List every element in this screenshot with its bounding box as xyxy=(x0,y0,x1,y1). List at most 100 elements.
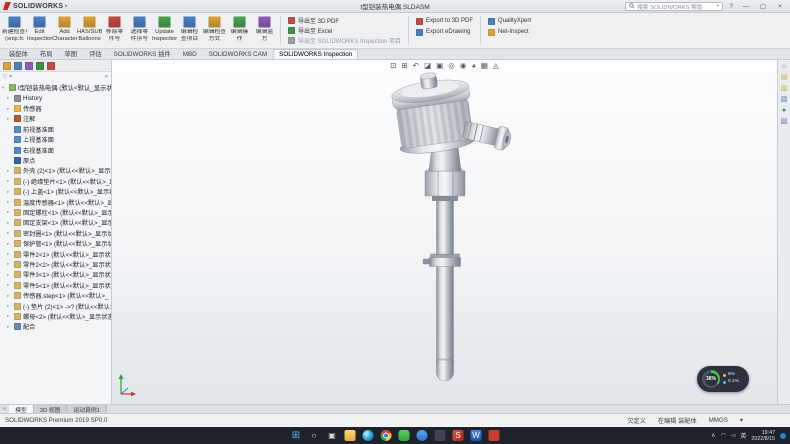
ribbon-button[interactable]: 编辑检 查项目 xyxy=(177,14,202,47)
tree-item-expand-icon[interactable]: ▸ xyxy=(7,95,12,101)
wifi-icon[interactable]: ◠ xyxy=(721,432,726,439)
export-menu-item[interactable]: Export to 3D PDF xyxy=(416,16,473,26)
tree-item[interactable]: ▸ (-) 绝缘垫片<1> (默认<<默认>_显示 xyxy=(0,176,111,186)
ribbon-tab[interactable]: MBD xyxy=(177,49,203,59)
tree-item-expand-icon[interactable]: ▸ xyxy=(7,178,12,184)
tree-item-expand-icon[interactable]: ▸ xyxy=(7,303,12,309)
export-menu-item[interactable]: 导出至 SOLIDWORKS Inspection 项目 xyxy=(288,36,401,45)
ribbon-button[interactable]: 选择零 件序号 xyxy=(127,14,152,47)
tree-item[interactable]: 原点 xyxy=(0,155,111,165)
edge-button[interactable] xyxy=(363,430,374,441)
ribbon-button[interactable]: HAS/SUB Balloons xyxy=(77,14,102,47)
view-orientation-icon[interactable]: ▣ xyxy=(436,61,443,70)
menu-flyout-icon[interactable]: ▸ xyxy=(65,3,68,9)
ribbon-button[interactable]: 移除零 件号 xyxy=(102,14,127,47)
qq-button[interactable] xyxy=(417,430,428,441)
filter-funnel-icon[interactable]: ▽ xyxy=(3,74,7,80)
tree-item[interactable]: ▸ 温度传感器<1> (默认<<默认>_显示 xyxy=(0,197,111,207)
app-dark-button[interactable] xyxy=(435,430,446,441)
ribbon-tab[interactable]: 草图 xyxy=(58,47,83,59)
cable-connector[interactable] xyxy=(461,118,512,151)
file-explorer-button[interactable] xyxy=(345,430,356,441)
tree-item-expand-icon[interactable]: ▸ xyxy=(7,282,12,288)
hex-nut[interactable] xyxy=(425,166,465,201)
tree-item-expand-icon[interactable]: ▸ xyxy=(7,293,12,299)
minimize-button[interactable]: — xyxy=(739,1,753,12)
tree-item[interactable]: ▸ (-) 上盖<1> (默认<<默认>_显示状态 xyxy=(0,187,111,197)
close-button[interactable]: × xyxy=(773,1,787,12)
notification-badge[interactable] xyxy=(780,433,786,439)
custom-properties-icon[interactable]: ▨ xyxy=(781,118,788,125)
tree-item-expand-icon[interactable]: ▸ xyxy=(7,272,12,278)
tray-chevron-icon[interactable]: ∧ xyxy=(711,432,715,439)
ribbon-button[interactable]: Add Characteristic xyxy=(52,14,77,47)
ribbon-button[interactable]: 编辑检查 方式 xyxy=(202,14,227,47)
status-item[interactable]: ▾ xyxy=(740,417,743,424)
tree-item[interactable]: ▸ 密封圈<1> (默认<<默认>_显示状态 xyxy=(0,228,111,238)
ribbon-tab[interactable]: SOLIDWORKS 插件 xyxy=(108,47,177,59)
ribbon-button[interactable]: 编辑监 方 xyxy=(252,14,277,47)
display-style-icon[interactable]: ◎ xyxy=(448,61,455,70)
status-item[interactable]: 欠定义 xyxy=(627,416,646,425)
tree-item-expand-icon[interactable]: ▸ xyxy=(7,106,12,112)
ribbon-button[interactable]: 新建检查项目 (snip.fc xyxy=(2,14,27,47)
service-menu-item[interactable]: QualityXpert xyxy=(488,16,531,26)
maximize-button[interactable]: ▢ xyxy=(756,1,770,12)
ribbon-tab[interactable]: SOLIDWORKS CAM xyxy=(203,49,273,59)
service-menu-item[interactable]: Net-Inspect xyxy=(488,27,531,37)
tree-item[interactable]: ▸ 零件5<1> (默认<<默认>_显示状态 xyxy=(0,280,111,290)
help-button[interactable]: ? xyxy=(726,3,736,10)
ribbon-button[interactable]: Update Inspection Pr xyxy=(152,14,177,47)
app-red-button[interactable] xyxy=(489,430,500,441)
export-menu-item[interactable]: 导出至 Excel xyxy=(288,26,401,35)
zoom-area-icon[interactable]: ⊞ xyxy=(402,61,408,70)
search-button[interactable]: ○ xyxy=(309,430,320,441)
tree-item-expand-icon[interactable]: ▸ xyxy=(7,189,12,195)
hide-show-items-icon[interactable]: ◉ xyxy=(460,61,467,70)
view-settings-icon[interactable]: ◬ xyxy=(493,61,499,70)
zoom-fit-icon[interactable]: ⊡ xyxy=(390,61,396,70)
motion-tab[interactable]: 3D 视图 xyxy=(34,405,68,413)
tree-item[interactable]: ▸ 螺母<2> (默认<<默认>_显示状态 xyxy=(0,311,111,321)
filter-caret-icon[interactable]: ▾ xyxy=(9,74,12,80)
tree-item[interactable]: ▸ 传感器 xyxy=(0,103,111,113)
tree-item-expand-icon[interactable]: ▸ xyxy=(7,324,12,330)
performance-overlay[interactable]: 36% 6% 0.1% xyxy=(697,366,749,392)
chrome-button[interactable] xyxy=(381,430,392,441)
tree-root-expand-icon[interactable]: ▾ xyxy=(2,85,7,91)
file-explorer-pane-icon[interactable]: ▥ xyxy=(781,85,788,92)
tree-item[interactable]: ▸ 零件2<2> (默认<<默认>_显示状态 xyxy=(0,259,111,269)
ribbon-button[interactable]: 编辑操 作 xyxy=(227,14,252,47)
status-item[interactable]: MMGS xyxy=(709,417,728,424)
tree-item[interactable]: 上视基准面 xyxy=(0,135,111,145)
export-menu-item[interactable]: Export eDrawing xyxy=(416,27,473,37)
ribbon-tab[interactable]: 布局 xyxy=(34,47,59,59)
tree-item-expand-icon[interactable]: ▸ xyxy=(7,313,12,319)
tree-item[interactable]: ▸ 传感器.step<1> (默认<<默认>_ xyxy=(0,290,111,300)
apply-scene-icon[interactable]: ▦ xyxy=(481,61,488,70)
ribbon-tab[interactable]: 装配体 xyxy=(3,47,34,59)
tree-item[interactable]: ▸ 保护管<1> (默认<<默认>_显示状态 xyxy=(0,238,111,248)
status-item[interactable]: 在编辑 装配体 xyxy=(658,416,697,425)
tree-item-expand-icon[interactable]: ▸ xyxy=(7,241,12,247)
tree-item[interactable]: ▸ (-) 垫片 (2)<1> ->? (默认<<默认>_ xyxy=(0,301,111,311)
graphics-area[interactable]: ⊡ ⊞ ↶ ◪ ▣ ◎ ◉ ◕ ▦ ◬ xyxy=(112,60,777,404)
appearances-icon[interactable]: ● xyxy=(782,107,786,114)
search-input[interactable]: 搜索 SOLIDWORKS 帮助 ▾ xyxy=(625,2,723,11)
edit-appearance-icon[interactable]: ◕ xyxy=(471,61,476,70)
tree-item-expand-icon[interactable]: ▸ xyxy=(7,251,12,257)
tree-item[interactable]: ▸ 固定支架<1> (默认<<默认>_显示状 xyxy=(0,218,111,228)
propertymanager-tab-icon[interactable] xyxy=(14,62,22,70)
section-view-icon[interactable]: ◪ xyxy=(424,61,431,70)
motion-tab[interactable]: 模型 xyxy=(9,405,34,413)
dimxpertmanager-tab-icon[interactable] xyxy=(36,62,44,70)
tabs-collapse-icon[interactable]: « xyxy=(0,405,9,413)
solidworks-resources-icon[interactable]: ⌂ xyxy=(782,63,786,70)
connection-head[interactable] xyxy=(389,68,477,158)
thermocouple-model[interactable] xyxy=(112,60,777,404)
search-dropdown-icon[interactable]: ▾ xyxy=(717,3,719,9)
tree-item[interactable]: 前视基准面 xyxy=(0,124,111,134)
volume-icon[interactable]: ◅ xyxy=(731,432,736,439)
view-palette-icon[interactable]: ▧ xyxy=(781,96,788,103)
tree-item-expand-icon[interactable]: ▸ xyxy=(7,220,12,226)
